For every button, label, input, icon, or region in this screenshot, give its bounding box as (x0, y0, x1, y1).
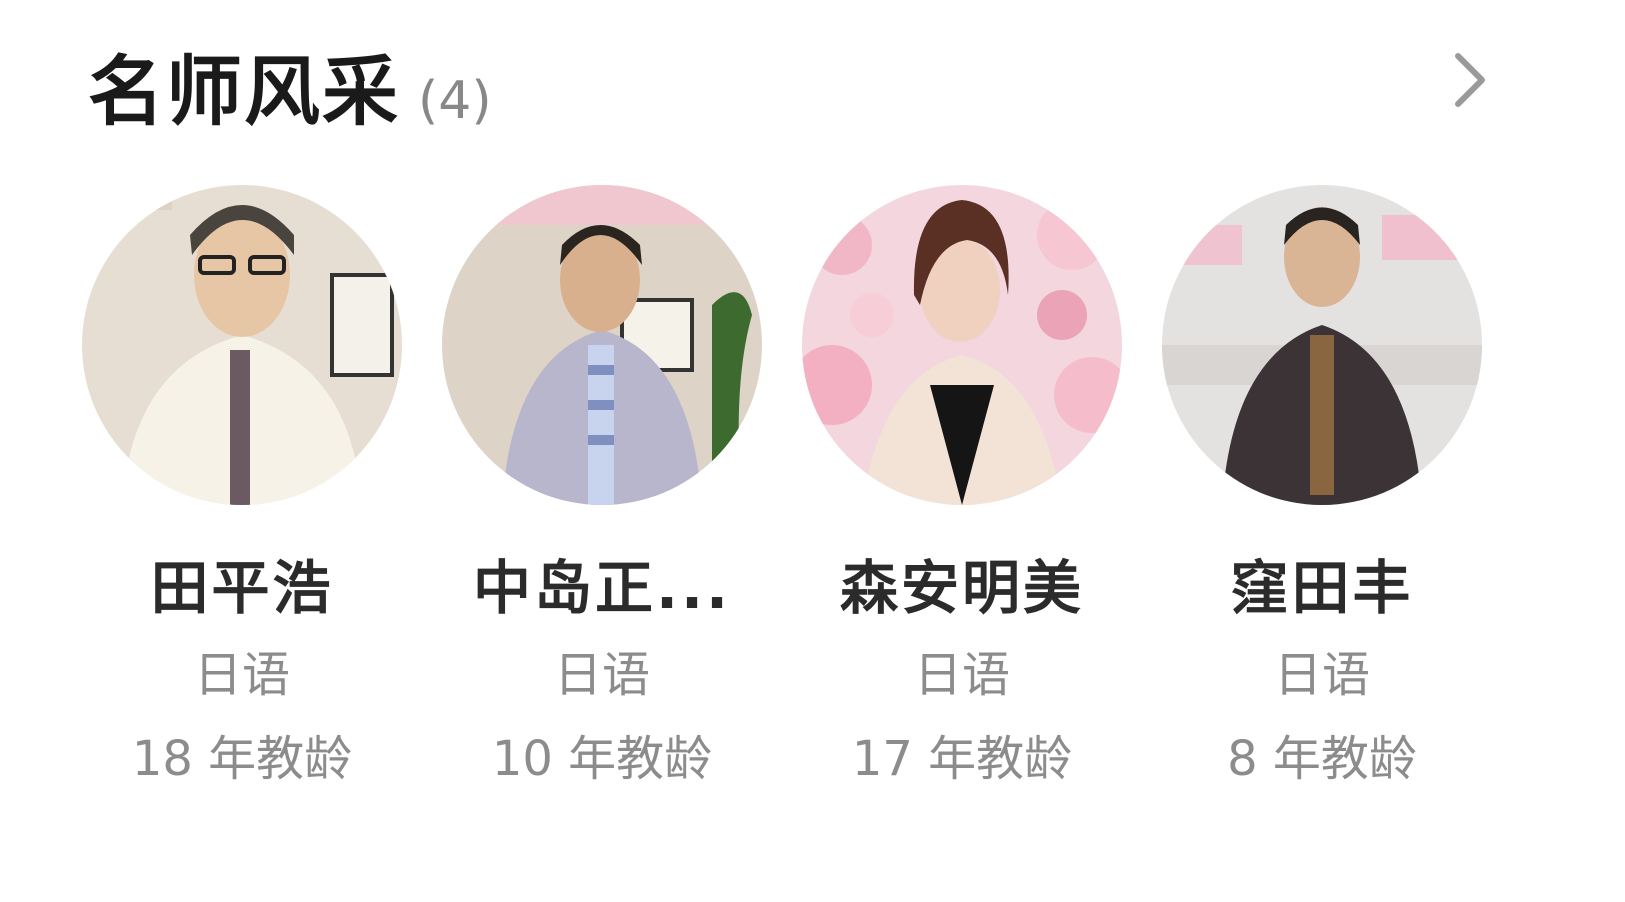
teacher-name: 森安明美 (839, 554, 1084, 622)
teacher-avatar (82, 185, 402, 505)
teacher-experience: 10 年教龄 (491, 731, 713, 787)
teacher-subject: 日语 (193, 647, 290, 703)
teacher-card[interactable]: 窪田丰 日语 8 年教龄 (1142, 185, 1502, 789)
teacher-card[interactable]: 中岛正... 日语 10 年教龄 (422, 185, 782, 789)
chevron-right-icon[interactable] (1440, 50, 1500, 110)
teacher-name: 田平浩 (150, 554, 334, 622)
teacher-subject: 日语 (1273, 647, 1370, 703)
teacher-experience: 18 年教龄 (131, 731, 353, 787)
teacher-name: 中岛正... (472, 554, 732, 622)
teacher-avatar (442, 185, 762, 505)
teacher-avatar (802, 185, 1122, 505)
teacher-experience: 17 年教龄 (851, 731, 1073, 787)
teacher-name: 窪田丰 (1230, 554, 1414, 622)
teacher-card[interactable]: 田平浩 日语 18 年教龄 (62, 185, 422, 789)
teacher-avatar (1162, 185, 1482, 505)
teacher-count: (4) (418, 71, 492, 131)
teacher-subject: 日语 (553, 647, 650, 703)
teacher-card[interactable]: 森安明美 日语 17 年教龄 (782, 185, 1142, 789)
teacher-subject: 日语 (913, 647, 1010, 703)
section-header: 名师风采 (4) (88, 30, 492, 136)
teacher-experience: 8 年教龄 (1227, 731, 1417, 787)
section-title: 名师风采 (88, 47, 400, 136)
